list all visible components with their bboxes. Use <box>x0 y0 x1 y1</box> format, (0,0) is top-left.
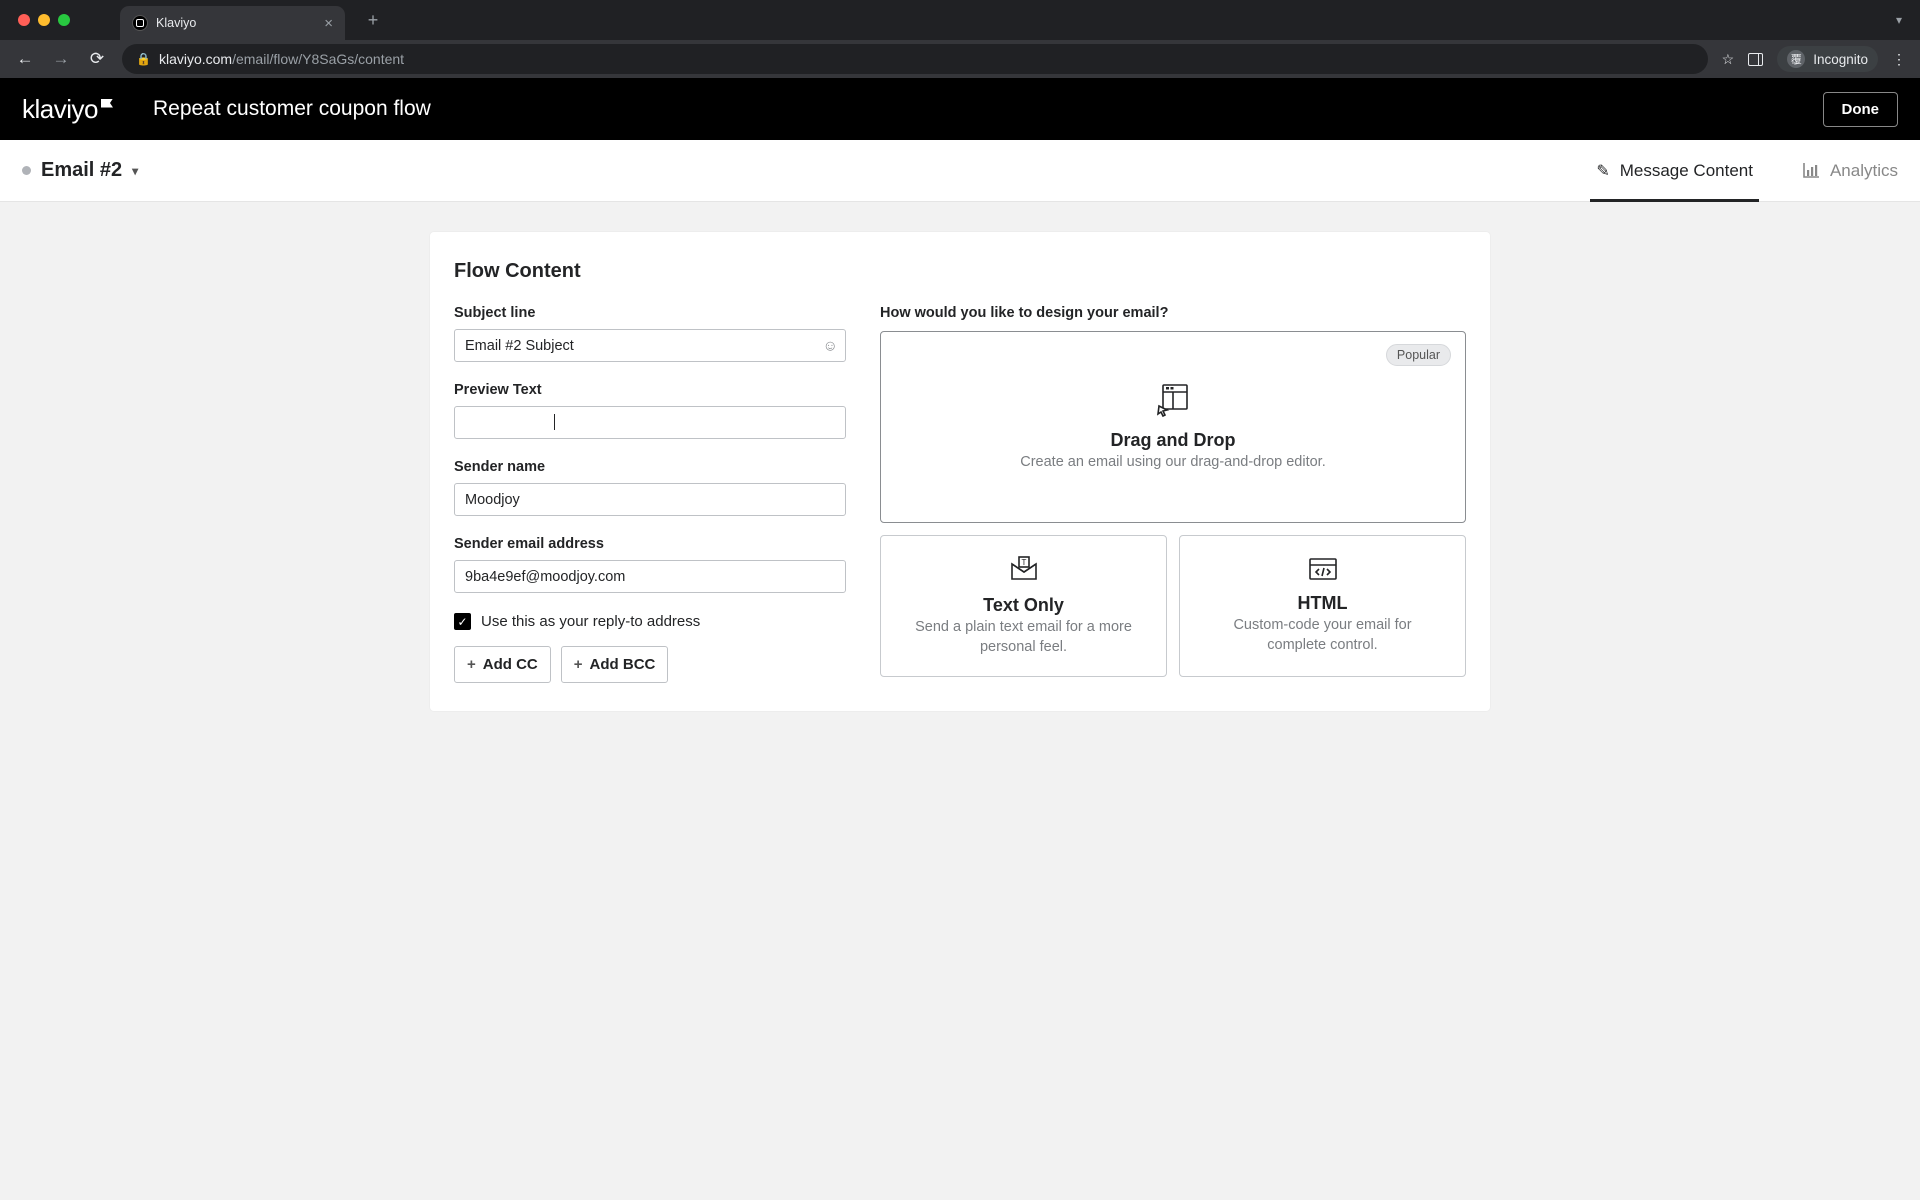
code-icon <box>1308 557 1338 581</box>
sender-name-input[interactable] <box>454 483 846 516</box>
option-title: HTML <box>1298 593 1348 614</box>
menu-icon[interactable]: ⋮ <box>1892 51 1906 68</box>
add-cc-button[interactable]: + Add CC <box>454 646 551 683</box>
reply-to-label: Use this as your reply-to address <box>481 613 700 630</box>
preview-label: Preview Text <box>454 382 846 398</box>
browser-tab[interactable]: Klaviyo × <box>120 6 345 40</box>
checkbox-checked-icon[interactable]: ✓ <box>454 613 471 630</box>
emoji-icon[interactable]: ☺ <box>823 337 838 354</box>
browser-tab-strip: Klaviyo × + ▾ <box>0 0 1920 40</box>
option-desc: Send a plain text email for a more perso… <box>905 618 1142 657</box>
tabs-overflow-icon[interactable]: ▾ <box>1896 13 1902 27</box>
flow-content-panel: Flow Content Subject line ☺ Preview Text… <box>430 232 1490 711</box>
url-field[interactable]: 🔒 klaviyo.com/email/flow/Y8SaGs/content <box>122 44 1708 74</box>
email-selector[interactable]: Email #2 ▾ <box>22 159 138 182</box>
incognito-badge[interactable]: 覆 Incognito <box>1777 46 1878 72</box>
window-controls <box>18 14 70 26</box>
pencil-icon: ✎ <box>1596 161 1609 181</box>
popular-badge: Popular <box>1386 344 1451 366</box>
tab-analytics[interactable]: Analytics <box>1803 140 1898 201</box>
url-domain: klaviyo.com <box>159 51 232 67</box>
sender-email-label: Sender email address <box>454 536 846 552</box>
forward-button[interactable]: → <box>50 49 72 69</box>
close-window-icon[interactable] <box>18 14 30 26</box>
plus-icon: + <box>574 656 583 673</box>
tab-message-content[interactable]: ✎ Message Content <box>1596 140 1753 201</box>
add-cc-label: Add CC <box>483 656 538 673</box>
subject-label: Subject line <box>454 305 846 321</box>
tab-label: Analytics <box>1830 161 1898 181</box>
subject-input[interactable] <box>454 329 846 362</box>
reply-to-checkbox-row[interactable]: ✓ Use this as your reply-to address <box>454 613 846 630</box>
maximize-window-icon[interactable] <box>58 14 70 26</box>
chart-icon <box>1803 163 1820 178</box>
address-bar: ← → ⟳ 🔒 klaviyo.com/email/flow/Y8SaGs/co… <box>0 40 1920 78</box>
status-dot-icon <box>22 166 31 175</box>
logo-text: klaviyo <box>22 94 98 125</box>
url-path: /email/flow/Y8SaGs/content <box>232 51 404 67</box>
bookmark-icon[interactable]: ☆ <box>1722 51 1735 68</box>
tab-title: Klaviyo <box>156 16 196 30</box>
new-tab-button[interactable]: + <box>359 6 387 34</box>
option-desc: Custom-code your email for complete cont… <box>1204 616 1441 655</box>
text-icon: T <box>1009 555 1039 583</box>
sender-email-input[interactable] <box>454 560 846 593</box>
tab-label: Message Content <box>1620 161 1753 181</box>
add-bcc-label: Add BCC <box>590 656 656 673</box>
klaviyo-logo[interactable]: klaviyo <box>22 94 113 125</box>
incognito-label: Incognito <box>1813 52 1868 67</box>
drag-drop-icon <box>1155 382 1191 418</box>
svg-text:T: T <box>1021 558 1026 567</box>
option-html[interactable]: HTML Custom-code your email for complete… <box>1179 535 1466 677</box>
minimize-window-icon[interactable] <box>38 14 50 26</box>
text-cursor-icon <box>554 414 555 430</box>
option-drag-and-drop[interactable]: Popular Drag and Drop Create an email us… <box>880 331 1466 523</box>
back-button[interactable]: ← <box>14 49 36 69</box>
reload-button[interactable]: ⟳ <box>86 49 108 69</box>
app-header: klaviyo Repeat customer coupon flow Done <box>0 78 1920 140</box>
panel-icon[interactable] <box>1748 53 1763 66</box>
sub-header: Email #2 ▾ ✎ Message Content Analytics <box>0 140 1920 202</box>
incognito-icon: 覆 <box>1787 50 1805 68</box>
option-title: Drag and Drop <box>1110 430 1235 451</box>
option-text-only[interactable]: T Text Only Send a plain text email for … <box>880 535 1167 677</box>
lock-icon: 🔒 <box>136 52 151 66</box>
design-heading: How would you like to design your email? <box>880 305 1466 321</box>
breadcrumb-label: Email #2 <box>41 159 122 182</box>
panel-title: Flow Content <box>454 260 1466 283</box>
plus-icon: + <box>467 656 476 673</box>
add-bcc-button[interactable]: + Add BCC <box>561 646 669 683</box>
preview-input[interactable] <box>454 406 846 439</box>
favicon-icon <box>132 15 148 31</box>
page-title: Repeat customer coupon flow <box>153 97 431 121</box>
logo-flag-icon <box>101 99 113 108</box>
option-desc: Create an email using our drag-and-drop … <box>1020 453 1325 473</box>
option-title: Text Only <box>983 595 1064 616</box>
chevron-down-icon: ▾ <box>132 164 138 178</box>
done-button[interactable]: Done <box>1823 92 1899 127</box>
sender-name-label: Sender name <box>454 459 846 475</box>
close-tab-icon[interactable]: × <box>324 15 333 32</box>
